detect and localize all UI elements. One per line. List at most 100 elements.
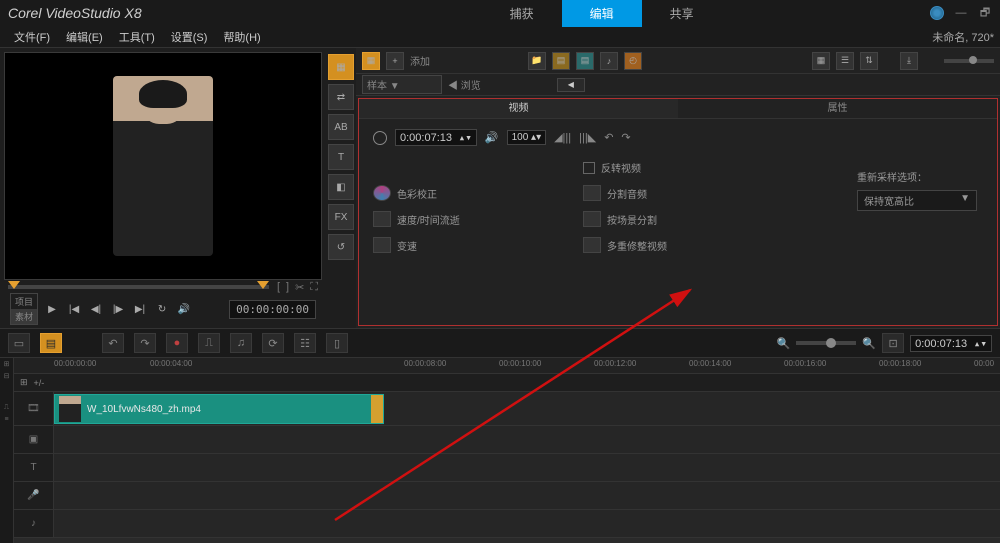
add-folder-icon[interactable]: ▦ xyxy=(362,52,380,70)
record-button[interactable]: ● xyxy=(166,333,188,353)
volume-button[interactable]: 🔊 xyxy=(176,301,192,317)
title-track-head[interactable]: T xyxy=(14,454,54,481)
fit-project-button[interactable]: ⊡ xyxy=(882,333,904,353)
add-icon[interactable]: + xyxy=(386,52,404,70)
menu-file[interactable]: 文件(F) xyxy=(6,27,58,47)
mode-clip[interactable]: 素材 xyxy=(11,309,37,324)
filter-audio-icon[interactable]: ♪ xyxy=(600,52,618,70)
music-track-head[interactable]: ♪ xyxy=(14,510,54,537)
resample-dropdown[interactable]: 保持宽高比▼ xyxy=(857,190,977,211)
tab-edit[interactable]: 编辑 xyxy=(562,0,642,27)
collapse-handle[interactable]: ◀ xyxy=(557,78,585,92)
thumb-size-slider[interactable] xyxy=(944,59,994,63)
storyboard-view-button[interactable]: ▭ xyxy=(8,333,30,353)
side-text-icon[interactable]: T xyxy=(328,144,354,170)
preview-timecode[interactable]: 00:00:00:00 xyxy=(229,300,316,319)
opt-color-correction[interactable]: 色彩校正 xyxy=(373,185,563,201)
menu-edit[interactable]: 编辑(E) xyxy=(58,27,111,47)
opt-multi-trim[interactable]: 多重修整视频 xyxy=(583,237,773,253)
volume-value[interactable]: 100 ▴▾ xyxy=(507,130,547,145)
track-toggle-all-icon[interactable]: ⊞ xyxy=(20,377,28,388)
filter-clock-icon[interactable]: ◴ xyxy=(624,52,642,70)
minimize-button[interactable]: — xyxy=(954,6,968,20)
repeat-button[interactable]: ↻ xyxy=(154,301,170,317)
scrub-bar[interactable]: [ ] ✂ ⛶ xyxy=(4,280,322,294)
chapter-button[interactable]: ▯ xyxy=(326,333,348,353)
voice-track-head[interactable]: 🎤 xyxy=(14,482,54,509)
overlay-track[interactable]: ▣ xyxy=(14,426,1000,454)
prev-frame-button[interactable]: ◀| xyxy=(88,301,104,317)
options-tab-attribute[interactable]: 属性 xyxy=(678,99,997,119)
motion-button[interactable]: ⟳ xyxy=(262,333,284,353)
video-track-head[interactable]: 🎞 xyxy=(14,392,54,425)
track-mgr-icon[interactable]: ⎍ xyxy=(2,404,12,414)
mixer-button[interactable]: ⎍ xyxy=(198,333,220,353)
side-graphic-icon[interactable]: ◧ xyxy=(328,174,354,200)
collapse-tracks-icon[interactable]: ⊟ xyxy=(2,372,12,382)
menu-help[interactable]: 帮助(H) xyxy=(215,27,268,47)
expand-tracks-icon[interactable]: ⊞ xyxy=(2,360,12,370)
side-path-icon[interactable]: ↺ xyxy=(328,234,354,260)
play-button[interactable]: ▶ xyxy=(44,301,60,317)
video-track[interactable]: 🎞 W_10LfvwNs480_zh.mp4 xyxy=(14,392,1000,426)
zoom-slider[interactable] xyxy=(796,341,856,345)
expand-icon[interactable]: ⛶ xyxy=(310,281,318,294)
folder-icon[interactable]: 📁 xyxy=(528,52,546,70)
help-globe-icon[interactable] xyxy=(930,6,944,20)
opt-scene-split[interactable]: 按场景分割 xyxy=(583,211,773,227)
subtitle-button[interactable]: ☷ xyxy=(294,333,316,353)
side-filter-icon[interactable]: FX xyxy=(328,204,354,230)
redo-button[interactable]: ↷ xyxy=(134,333,156,353)
import-icon[interactable]: ⤓ xyxy=(900,52,918,70)
zoom-out-icon[interactable]: 🔍 xyxy=(777,337,791,350)
timeline-ruler[interactable]: 00:00:00:00 00:00:04:00 00:00:08:00 00:0… xyxy=(14,358,1000,374)
timeline-view-button[interactable]: ▤ xyxy=(40,333,62,353)
title-track[interactable]: T xyxy=(14,454,1000,482)
tab-share[interactable]: 共享 xyxy=(642,0,722,27)
options-tab-video[interactable]: 视频 xyxy=(359,99,678,119)
timeline-timecode[interactable]: 0:00:07:13 ▴▾ xyxy=(910,335,992,352)
opt-split-audio[interactable]: 分割音频 xyxy=(583,185,773,201)
mute-icon[interactable]: 🔊 xyxy=(485,131,499,144)
checkbox-icon[interactable] xyxy=(583,162,595,174)
mark-in-icon[interactable]: [ xyxy=(277,281,280,294)
track-toggle-icon[interactable]: +/- xyxy=(34,378,45,388)
go-end-button[interactable]: ▶| xyxy=(132,301,148,317)
side-media-icon[interactable]: ▦ xyxy=(328,54,354,80)
fade-out-icon[interactable]: |||◣ xyxy=(579,131,596,144)
clip-duration[interactable]: 0:00:07:13 ▴▾ xyxy=(395,129,477,146)
restore-button[interactable]: 🗗 xyxy=(978,6,992,20)
voice-track[interactable]: 🎤 xyxy=(14,482,1000,510)
fade-in-icon[interactable]: ◢||| xyxy=(554,131,571,144)
library-category-dropdown[interactable]: 样本 ▼ xyxy=(362,75,442,94)
rotate-right-icon[interactable]: ↷ xyxy=(621,131,630,144)
side-transition-icon[interactable]: ⇄ xyxy=(328,84,354,110)
zoom-in-icon[interactable]: 🔍 xyxy=(862,337,876,350)
tab-capture[interactable]: 捕获 xyxy=(482,0,562,27)
undo-button[interactable]: ↶ xyxy=(102,333,124,353)
rotate-left-icon[interactable]: ↶ xyxy=(604,131,613,144)
sort-icon[interactable]: ⇅ xyxy=(860,52,878,70)
menu-settings[interactable]: 设置(S) xyxy=(163,27,216,47)
opt-reverse-video[interactable]: 反转视频 xyxy=(583,160,773,175)
video-clip[interactable]: W_10LfvwNs480_zh.mp4 xyxy=(54,394,384,424)
scissors-icon[interactable]: ✂ xyxy=(295,281,304,294)
filter-image-icon[interactable]: ▤ xyxy=(576,52,594,70)
filter-video-icon[interactable]: ▤ xyxy=(552,52,570,70)
preview-screen[interactable] xyxy=(4,52,322,280)
browse-button[interactable]: 浏览 xyxy=(448,77,481,92)
opt-strobe[interactable]: 变速 xyxy=(373,237,563,253)
overlay-track-head[interactable]: ▣ xyxy=(14,426,54,453)
menu-tools[interactable]: 工具(T) xyxy=(111,27,163,47)
auto-music-button[interactable]: ♫ xyxy=(230,333,252,353)
mode-project[interactable]: 项目 xyxy=(11,294,37,309)
preview-mode-tabs[interactable]: 项目 素材 xyxy=(10,293,38,325)
opt-speed-time[interactable]: 速度/时间流逝 xyxy=(373,211,563,227)
track-mgr2-icon[interactable]: ≡ xyxy=(2,416,12,426)
next-frame-button[interactable]: |▶ xyxy=(110,301,126,317)
mark-out-icon[interactable]: ] xyxy=(286,281,289,294)
go-start-button[interactable]: |◀ xyxy=(66,301,82,317)
view-list-icon[interactable]: ☰ xyxy=(836,52,854,70)
music-track[interactable]: ♪ xyxy=(14,510,1000,538)
view-thumb-icon[interactable]: ▦ xyxy=(812,52,830,70)
